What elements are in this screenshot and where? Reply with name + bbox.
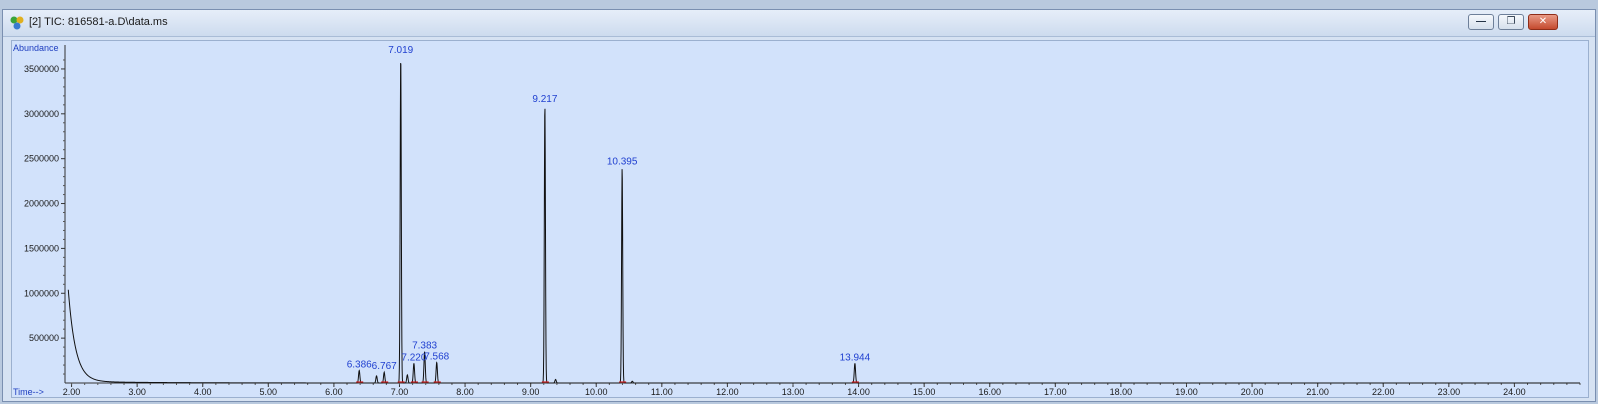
y-axis-title: Abundance — [13, 43, 59, 53]
minimize-icon: — — [1476, 16, 1486, 27]
y-tick-label: 2000000 — [24, 199, 59, 209]
x-tick-label: 23.00 — [1438, 387, 1461, 397]
chromatogram-chart: 500000 1000000 1500000 2000000 2500000 300000… — [13, 43, 1581, 397]
y-tick-label: 3500000 — [24, 64, 59, 74]
peak-label: 7.220 — [401, 352, 426, 363]
x-tick-label: 2.00 — [63, 387, 81, 397]
x-tick-label: 13.00 — [782, 387, 805, 397]
y-tick-label: 500000 — [29, 333, 59, 343]
x-tick-label: 14.00 — [847, 387, 870, 397]
chemstation-app-icon — [10, 16, 24, 30]
peak-label: 6.386 — [347, 359, 372, 370]
peak-label: 7.383 — [412, 341, 437, 352]
x-tick-label: 21.00 — [1306, 387, 1329, 397]
peak-label: 7.019 — [388, 45, 413, 56]
restore-icon: ❐ — [1506, 16, 1516, 27]
x-axis-title: Time--> — [13, 387, 44, 397]
x-tick-label: 17.00 — [1044, 387, 1067, 397]
x-tick-label: 6.00 — [325, 387, 343, 397]
y-tick-label: 1000000 — [24, 288, 59, 298]
x-tick-label: 9.00 — [522, 387, 540, 397]
y-tick-label: 1500000 — [24, 243, 59, 253]
title-bar[interactable]: [2] TIC: 816581-a.D\data.ms — ❐ ✕ — [3, 10, 1595, 37]
x-tick-label: 18.00 — [1110, 387, 1133, 397]
tic-trace — [67, 62, 1580, 384]
x-tick-label: 7.00 — [391, 387, 409, 397]
restore-button[interactable]: ❐ — [1498, 14, 1524, 30]
peak-label: 13.944 — [840, 352, 871, 363]
minimize-button[interactable]: — — [1468, 14, 1494, 30]
x-tick-label: 20.00 — [1241, 387, 1264, 397]
close-button[interactable]: ✕ — [1528, 14, 1558, 30]
peak-label: 7.568 — [424, 351, 449, 362]
x-tick-label: 22.00 — [1372, 387, 1395, 397]
y-tick-label: 2500000 — [24, 154, 59, 164]
chromatogram-plot[interactable]: 500000 1000000 1500000 2000000 2500000 300000… — [11, 40, 1589, 398]
peak-label: 10.395 — [607, 157, 638, 168]
x-tick-label: 11.00 — [651, 387, 673, 397]
x-tick-label: 15.00 — [913, 387, 936, 397]
x-tick-label: 3.00 — [128, 387, 146, 397]
x-tick-label: 5.00 — [260, 387, 278, 397]
x-tick-label: 19.00 — [1175, 387, 1198, 397]
x-tick-label: 4.00 — [194, 387, 212, 397]
x-tick-label: 8.00 — [456, 387, 474, 397]
window-title: [2] TIC: 816581-a.D\data.ms — [29, 16, 168, 28]
close-icon: ✕ — [1538, 16, 1548, 27]
x-tick-label: 24.00 — [1503, 387, 1526, 397]
x-tick-label: 10.00 — [585, 387, 608, 397]
chromatogram-window: [2] TIC: 816581-a.D\data.ms — ❐ ✕ 500000… — [2, 9, 1596, 402]
x-tick-label: 12.00 — [716, 387, 739, 397]
x-tick-label: 16.00 — [978, 387, 1001, 397]
peak-label: 6.767 — [372, 361, 397, 372]
y-tick-label: 3000000 — [24, 109, 59, 119]
peak-label: 9.217 — [532, 94, 557, 105]
